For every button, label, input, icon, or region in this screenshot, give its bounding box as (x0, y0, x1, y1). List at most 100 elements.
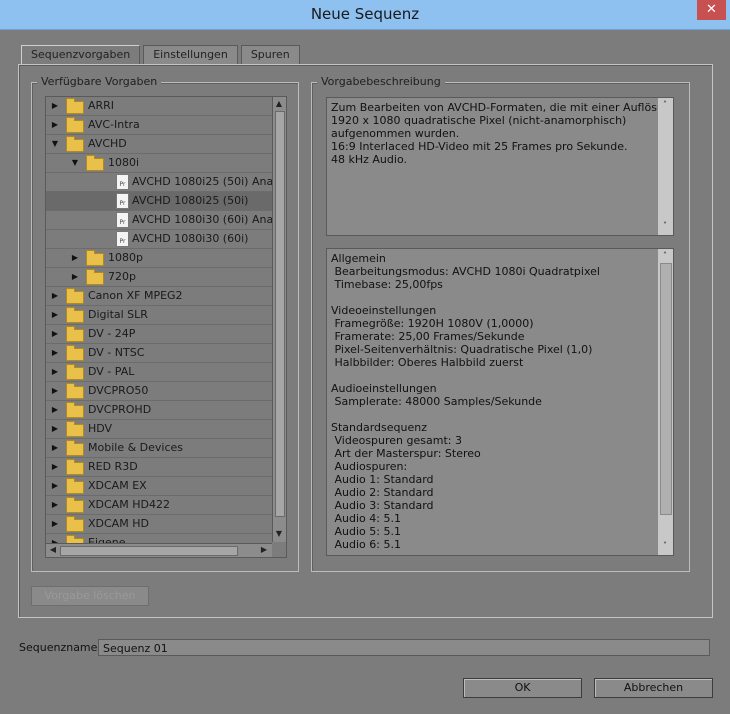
tree-folder-item[interactable]: ▶ DVCPROHD (46, 401, 272, 420)
tree-vscroll-thumb[interactable] (275, 111, 285, 517)
tree-folder-item[interactable]: ▼ AVCHD (46, 135, 272, 154)
collapsed-arrow-icon[interactable]: ▶ (50, 287, 60, 305)
tree-preset-item[interactable]: Pr AVCHD 1080i25 (50i) (46, 192, 272, 211)
tree-item-label: 720p (108, 270, 136, 283)
folder-icon (66, 345, 84, 361)
collapsed-arrow-icon[interactable]: ▶ (50, 401, 60, 419)
tree-folder-item[interactable]: ▶ 1080p (46, 249, 272, 268)
tree-folder-item[interactable]: ▶ DV - 24P (46, 325, 272, 344)
window-title: Neue Sequenz (310, 5, 420, 23)
description-text-box[interactable]: Zum Bearbeiten von AVCHD-Formaten, die m… (326, 97, 674, 236)
scroll-up-icon[interactable]: ˄ (659, 250, 671, 262)
preset-tree[interactable]: ▶Eigene▶XDCAM HD▶XDCAM HD422▶XDCAM EX▶RE… (45, 96, 287, 558)
tree-item-label: 1080p (108, 251, 143, 264)
tree-item-label: HDV (88, 422, 113, 435)
tab-einstellungen[interactable]: Einstellungen (143, 45, 238, 64)
collapsed-arrow-icon[interactable]: ▶ (50, 306, 60, 324)
tree-item-label: AVCHD 1080i25 (50i) Anamo (132, 175, 272, 188)
tree-folder-item[interactable]: ▶ DV - PAL (46, 363, 272, 382)
text-line: Pixel-Seitenverhältnis: Quadratische Pix… (331, 343, 593, 356)
expanded-arrow-icon[interactable]: ▼ (70, 154, 80, 172)
sequence-name-input[interactable]: Sequenz 01 (98, 639, 710, 656)
text-line: Videospuren gesamt: 3 (331, 434, 462, 447)
scroll-down-icon[interactable]: ˅ (659, 540, 671, 552)
delete-preset-button[interactable]: Vorgabe löschen (31, 586, 149, 606)
folder-icon (86, 269, 104, 285)
details-scroll-thumb[interactable] (660, 263, 672, 515)
ok-button[interactable]: OK (463, 678, 582, 698)
preset-file-icon: Pr (116, 231, 129, 247)
tree-hscroll-thumb[interactable] (60, 546, 238, 556)
tree-folder-item[interactable]: ▶ AVC-Intra (46, 116, 272, 135)
tree-item-label: 1080i (108, 156, 140, 169)
tree-item-label: AVCHD 1080i25 (50i) (132, 194, 249, 207)
close-button[interactable]: ✕ (697, 0, 726, 20)
tree-folder-item[interactable]: ▶ HDV (46, 420, 272, 439)
collapsed-arrow-icon[interactable]: ▶ (50, 458, 60, 476)
tab-sequenzvorgaben[interactable]: Sequenzvorgaben (21, 45, 141, 66)
description-scrollbar[interactable]: ˄ ˅ (658, 98, 673, 235)
text-line: Audio 5: 5.1 (331, 525, 401, 538)
scroll-up-icon[interactable]: ˄ (659, 99, 671, 111)
collapsed-arrow-icon[interactable]: ▶ (50, 97, 60, 115)
tree-horizontal-scrollbar[interactable]: ◀ ▶ (46, 543, 272, 557)
text-line: Zum Bearbeiten von AVCHD-Formaten, die m… (331, 101, 674, 114)
tree-preset-item[interactable]: Pr AVCHD 1080i30 (60i) (46, 230, 272, 249)
collapsed-arrow-icon[interactable]: ▶ (50, 477, 60, 495)
folder-icon (86, 155, 104, 171)
details-text-box[interactable]: Allgemein Bearbeitungsmodus: AVCHD 1080i… (326, 248, 674, 556)
scroll-right-icon[interactable]: ▶ (258, 544, 270, 556)
tree-folder-item[interactable]: ▶ ARRI (46, 97, 272, 116)
folder-icon (86, 250, 104, 266)
tree-folder-item[interactable]: ▶ 720p (46, 268, 272, 287)
text-line: Standardsequenz (331, 421, 428, 434)
text-line: Halbbilder: Oberes Halbbild zuerst (331, 356, 524, 369)
collapsed-arrow-icon[interactable]: ▶ (50, 363, 60, 381)
text-line (331, 369, 655, 382)
scroll-left-icon[interactable]: ◀ (47, 544, 59, 556)
tree-vertical-scrollbar[interactable]: ▲ ▼ (272, 97, 286, 542)
collapsed-arrow-icon[interactable]: ▶ (50, 325, 60, 343)
tree-folder-item[interactable]: ▶ DVCPRO50 (46, 382, 272, 401)
collapsed-arrow-icon[interactable]: ▶ (50, 382, 60, 400)
title-bar: Neue Sequenz ✕ (0, 0, 730, 30)
tree-folder-item[interactable]: ▶ XDCAM EX (46, 477, 272, 496)
collapsed-arrow-icon[interactable]: ▶ (70, 249, 80, 267)
tree-folder-item[interactable]: ▼ 1080i (46, 154, 272, 173)
collapsed-arrow-icon[interactable]: ▶ (50, 496, 60, 514)
tree-folder-item[interactable]: ▶ Digital SLR (46, 306, 272, 325)
collapsed-arrow-icon[interactable]: ▶ (50, 116, 60, 134)
expanded-arrow-icon[interactable]: ▼ (50, 135, 60, 153)
tree-item-label: XDCAM HD422 (88, 498, 170, 511)
tree-preset-item[interactable]: PrAVCHD 1080i30 (60i) Anamo (46, 211, 272, 230)
tree-preset-item[interactable]: PrAVCHD 1080i25 (50i) Anamo (46, 173, 272, 192)
text-line: Bearbeitungsmodus: AVCHD 1080i Quadratpi… (331, 265, 600, 278)
collapsed-arrow-icon[interactable]: ▶ (50, 515, 60, 533)
text-line: 16:9 Interlaced HD-Video mit 25 Frames p… (331, 140, 628, 153)
collapsed-arrow-icon[interactable]: ▶ (50, 439, 60, 457)
details-scrollbar[interactable]: ˄ ˅ (658, 249, 673, 555)
tree-folder-item[interactable]: ▶ XDCAM HD422 (46, 496, 272, 515)
tree-folder-item[interactable]: ▶ DV - NTSC (46, 344, 272, 363)
scroll-down-icon[interactable]: ˅ (659, 220, 671, 232)
collapsed-arrow-icon[interactable]: ▶ (50, 344, 60, 362)
tree-item-label: DV - NTSC (88, 346, 145, 359)
folder-icon (66, 516, 84, 532)
scroll-up-icon[interactable]: ▲ (273, 98, 285, 110)
description-text: Zum Bearbeiten von AVCHD-Formaten, die m… (331, 101, 674, 166)
folder-icon (66, 478, 84, 494)
tab-spuren[interactable]: Spuren (240, 45, 300, 64)
collapsed-arrow-icon[interactable]: ▶ (50, 420, 60, 438)
collapsed-arrow-icon[interactable]: ▶ (70, 268, 80, 286)
cancel-button[interactable]: Abbrechen (594, 678, 713, 698)
folder-icon (66, 98, 84, 114)
scroll-down-icon[interactable]: ▼ (273, 528, 285, 540)
tree-folder-item[interactable]: ▶ Mobile & Devices (46, 439, 272, 458)
tree-item-label: AVC-Intra (88, 118, 140, 131)
tree-folder-item[interactable]: ▶ Canon XF MPEG2 (46, 287, 272, 306)
tree-item-label: XDCAM EX (88, 479, 147, 492)
tree-folder-item[interactable]: ▶ RED R3D (46, 458, 272, 477)
text-line (331, 408, 655, 421)
tree-folder-item[interactable]: ▶ XDCAM HD (46, 515, 272, 534)
text-line: Audio 4: 5.1 (331, 512, 401, 525)
